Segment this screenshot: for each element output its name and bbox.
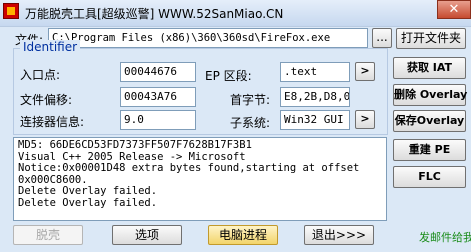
close-button[interactable]: ✕ — [437, 0, 471, 19]
log-line: MD5: 66DE6CD53FD7373FF507F7628B17F3B1 — [18, 139, 252, 151]
browse-button[interactable]: ... — [372, 28, 392, 48]
ep-section-label: EP 区段: — [205, 69, 252, 83]
file-offset-field[interactable]: 00043A76 — [120, 87, 196, 107]
identifier-group-title: Identifier — [20, 40, 81, 54]
subsystem-label: 子系统: — [230, 116, 271, 130]
flc-button[interactable]: FLC — [393, 166, 466, 188]
linker-info-field[interactable]: 9.0 — [120, 110, 196, 130]
log-line: Delete Overlay failed. — [18, 196, 158, 209]
ep-section-field[interactable]: .text — [280, 62, 350, 82]
log-line: Notice:0x00001D48 extra bytes found,star… — [18, 162, 360, 174]
title-bar: 万能脱壳工具[超级巡警] WWW.52SanMiao.CN ✕ — [0, 0, 471, 27]
processes-button[interactable]: 电脑进程 — [208, 225, 278, 245]
subsystem-arrow-button[interactable]: > — [355, 110, 375, 129]
subsystem-field[interactable]: Win32 GUI — [280, 110, 350, 130]
first-bytes-label: 首字节: — [230, 93, 271, 107]
app-icon — [3, 3, 19, 19]
get-iat-button[interactable]: 获取 IAT — [393, 57, 466, 79]
file-offset-label: 文件偏移: — [20, 93, 73, 107]
log-line: Delete Overlay failed. — [18, 185, 158, 197]
window-title: 万能脱壳工具[超级巡警] WWW.52SanMiao.CN — [25, 7, 284, 21]
exit-button[interactable]: 退出>>> — [304, 225, 374, 245]
unpack-button[interactable]: 脱壳 — [13, 225, 83, 245]
log-output[interactable]: MD5: 66DE6CD53FD7373FF507F7628B17F3B1 Vi… — [13, 137, 387, 221]
main-window: 万能脱壳工具[超级巡警] WWW.52SanMiao.CN ✕ 文件: C:\P… — [0, 0, 471, 252]
options-button[interactable]: 选项 — [112, 225, 182, 245]
mail-me-link[interactable]: 发邮件给我 — [419, 229, 471, 245]
save-overlay-button[interactable]: 保存Overlay — [393, 110, 466, 132]
open-folder-button[interactable]: 打开文件夹 — [396, 28, 466, 49]
first-bytes-field[interactable]: E8,2B,D8,00 — [280, 87, 350, 107]
entry-point-field[interactable]: 00044676 — [120, 62, 196, 82]
entry-point-label: 入口点: — [20, 68, 61, 82]
rebuild-pe-button[interactable]: 重建 PE — [393, 139, 466, 161]
ep-section-arrow-button[interactable]: > — [355, 62, 375, 81]
linker-info-label: 连接器信息: — [20, 115, 85, 129]
file-path-field[interactable]: C:\Program Files (x86)\360\360sd\FireFox… — [48, 28, 368, 48]
delete-overlay-button[interactable]: 删除 Overlay — [393, 84, 467, 106]
